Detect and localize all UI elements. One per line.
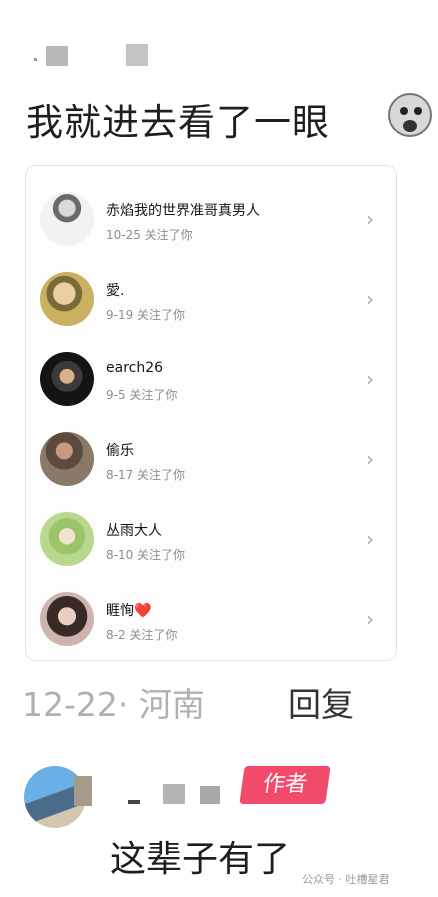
chevron-right-icon: › [366,207,374,231]
avatar[interactable] [40,592,94,646]
followers-screenshot-card: 赤焰我的世界准哥真男人 10-25 关注了你 › 愛. 9-19 关注了你 › … [25,165,397,661]
follow-date: 8-2 关注了你 [106,628,178,642]
blurred-username [126,44,148,66]
chevron-right-icon: › [366,607,374,631]
avatar[interactable] [40,272,94,326]
list-item[interactable]: 赤焰我的世界准哥真男人 10-25 关注了你 › [26,180,396,260]
avatar[interactable] [40,192,94,246]
follower-name: 睚恂❤️ [106,600,151,620]
follower-name: 愛. [106,283,125,299]
blurred-avatar [46,46,68,66]
blur-dot [34,58,37,61]
follower-name: 丛雨大人 [106,523,162,539]
author-reply-text: 这辈子有了 [110,839,291,880]
blurred-patch [128,800,140,804]
blurred-patch [74,776,92,806]
follower-name-text: 睚恂 [106,603,134,619]
comment-text: 我就进去看了一眼 [26,92,432,146]
follow-date: 10-25 关注了你 [106,228,193,242]
list-item[interactable]: 偷乐 8-17 关注了你 › [26,420,396,500]
avatar[interactable] [40,432,94,486]
follow-date: 8-10 关注了你 [106,548,186,562]
avatar[interactable] [40,352,94,406]
chevron-right-icon: › [366,447,374,471]
list-item[interactable]: 丛雨大人 8-10 关注了你 › [26,500,396,580]
list-item[interactable]: 睚恂❤️ 8-2 关注了你 › [26,580,396,660]
follow-date: 8-17 关注了你 [106,468,186,482]
chevron-right-icon: › [366,527,374,551]
heart-icon: ❤️ [134,603,152,619]
commenter-info-blurred [34,44,154,66]
comment-date-location: 12-22· 河南 [22,685,205,724]
follow-date: 9-5 关注了你 [106,388,178,402]
reply-button[interactable]: 回复 [288,678,354,726]
blurred-username [200,786,220,804]
list-item[interactable]: earch26 9-5 关注了你 › [26,340,396,420]
shocked-face-icon [388,93,432,137]
follower-name: 偷乐 [106,443,134,459]
follower-name: earch26 [106,360,164,376]
watermark: 公众号 · 吐槽星君 [302,873,390,886]
author-badge: 作者 [239,766,331,804]
follow-date: 9-19 关注了你 [106,308,186,322]
list-item[interactable]: 愛. 9-19 关注了你 › [26,260,396,340]
chevron-right-icon: › [366,367,374,391]
comment-body: 我就进去看了一眼 [26,101,330,144]
follower-name: 赤焰我的世界准哥真男人 [106,203,260,219]
avatar[interactable] [40,512,94,566]
blurred-username [163,784,185,804]
chevron-right-icon: › [366,287,374,311]
